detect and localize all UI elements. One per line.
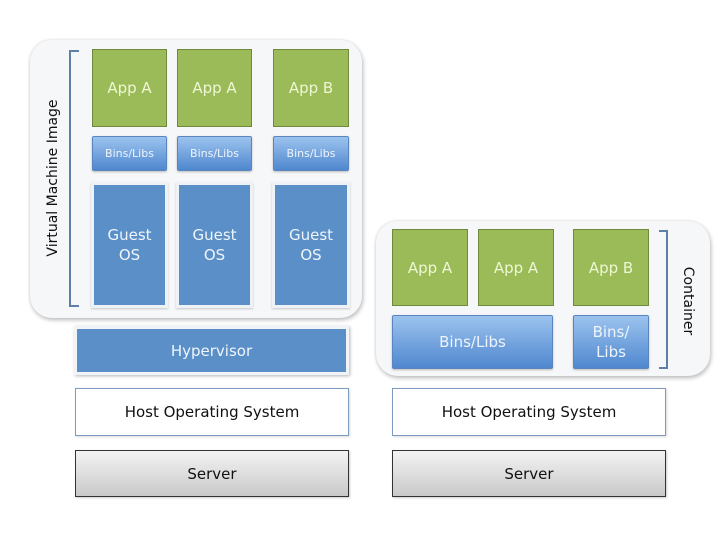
container-app-3: App B xyxy=(573,229,649,306)
guest-os-label: Guest OS xyxy=(107,226,152,264)
container-bracket xyxy=(659,230,668,369)
container-app-1: App A xyxy=(392,229,468,306)
vm-libs-1: Bins/Libs xyxy=(92,136,167,171)
vm-libs-3: Bins/Libs xyxy=(273,136,349,171)
container-libs-b: Bins/ Libs xyxy=(573,315,649,369)
vm-image-label: Virtual Machine Image xyxy=(45,99,61,257)
libs-b-label: Bins/ Libs xyxy=(592,323,630,361)
vm-app-3: App B xyxy=(273,49,349,127)
container-label: Container xyxy=(680,266,696,336)
vm-libs-2: Bins/Libs xyxy=(177,136,252,171)
vm-server-layer: Server xyxy=(75,450,349,497)
container-app-2: App A xyxy=(478,229,554,306)
container-server-layer: Server xyxy=(392,450,666,497)
vm-host-os-layer: Host Operating System xyxy=(75,388,349,436)
vm-bracket xyxy=(69,50,79,307)
guest-os-label: Guest OS xyxy=(192,226,237,264)
guest-os-label: Guest OS xyxy=(288,226,334,264)
vm-guest-os-3: Guest OS xyxy=(272,182,350,308)
vm-app-2: App A xyxy=(177,49,252,127)
container-shared-libs: Bins/Libs xyxy=(392,315,553,369)
vm-guest-os-2: Guest OS xyxy=(176,182,253,308)
vm-app-1: App A xyxy=(92,49,167,127)
hypervisor-layer: Hypervisor xyxy=(74,326,349,375)
container-host-os-layer: Host Operating System xyxy=(392,388,666,436)
vm-guest-os-1: Guest OS xyxy=(91,182,168,308)
